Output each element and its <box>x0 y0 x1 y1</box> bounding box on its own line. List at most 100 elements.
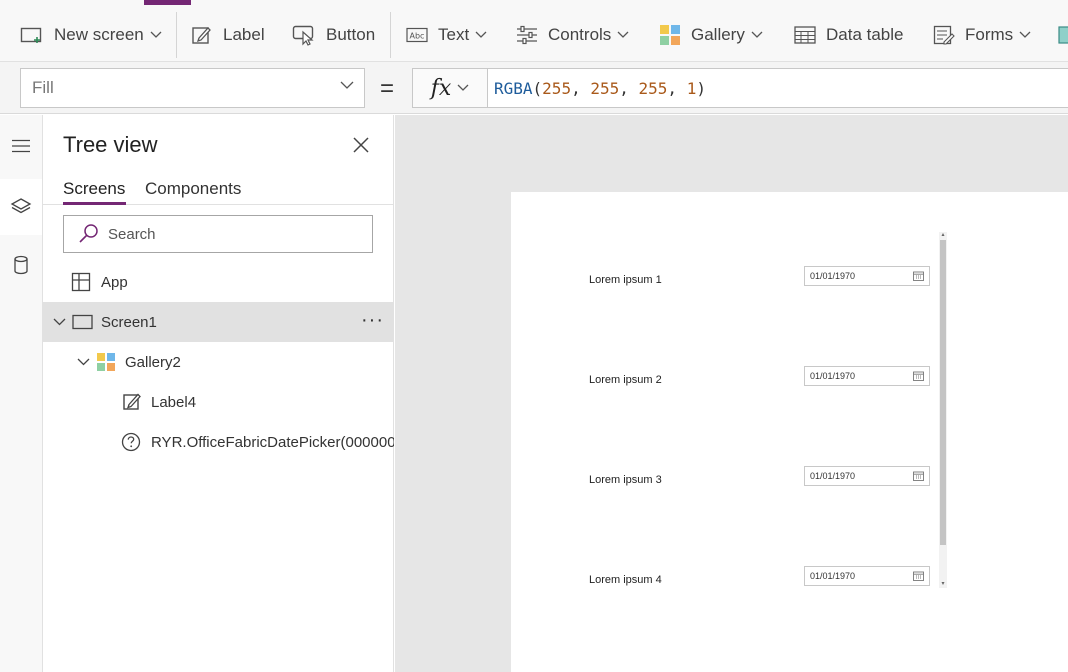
formula-paren-close: ) <box>696 78 706 98</box>
date-picker[interactable]: 01/01/1970 <box>804 366 930 386</box>
controls-menu-button[interactable]: Controls <box>516 18 639 52</box>
tree-node-screen1[interactable]: Screen1 ··· <box>43 302 394 342</box>
date-picker-value: 01/01/1970 <box>810 571 856 581</box>
media-menu-button[interactable] <box>1058 18 1068 52</box>
formula-function: RGBA <box>494 78 533 98</box>
chevron-down-icon <box>457 84 469 91</box>
text-menu-label: Text <box>438 25 470 44</box>
calendar-icon <box>913 571 924 581</box>
chevron-down-icon <box>1019 31 1031 38</box>
label-edit-icon <box>123 393 141 410</box>
ribbon-divider <box>176 12 177 58</box>
text-menu-button[interactable]: Abc Text <box>406 18 497 52</box>
tab-components[interactable]: Components <box>145 179 241 199</box>
chevron-down-icon[interactable] <box>77 358 90 366</box>
tree-node-label: Gallery2 <box>125 354 181 371</box>
tree-view-rail-button[interactable] <box>0 179 42 235</box>
scroll-up-arrow-icon[interactable]: ▴ <box>940 232 946 238</box>
gallery-item-label[interactable]: Lorem ipsum 3 <box>589 474 662 486</box>
close-button[interactable] <box>349 133 373 157</box>
tree-node-datepicker[interactable]: RYR.OfficeFabricDatePicker(00000001 <box>43 422 394 462</box>
date-picker[interactable]: 01/01/1970 <box>804 266 930 286</box>
data-table-label: Data table <box>826 25 904 44</box>
data-sources-rail-button[interactable] <box>0 242 42 288</box>
gallery-item-label[interactable]: Lorem ipsum 1 <box>589 274 662 286</box>
search-input[interactable] <box>108 225 338 243</box>
hamburger-menu-button[interactable] <box>0 123 42 169</box>
formula-separator: , <box>619 78 639 98</box>
tree-search-box[interactable] <box>63 215 373 253</box>
formula-paren-open: ( <box>532 78 543 98</box>
forms-menu-label: Forms <box>965 25 1014 44</box>
tree-node-label4[interactable]: Label4 <box>43 382 394 422</box>
data-table-button[interactable]: Data table <box>794 18 904 52</box>
button-button[interactable]: Button <box>292 18 375 52</box>
formula-arg-g: 255 <box>590 78 620 98</box>
left-rail <box>0 115 43 672</box>
chevron-down-icon <box>617 31 629 38</box>
gallery-scrollbar[interactable]: ▴ ▾ <box>939 232 947 588</box>
forms-menu-button[interactable]: Forms <box>933 18 1041 52</box>
database-icon <box>14 255 28 275</box>
search-icon <box>79 224 98 243</box>
new-screen-label: New screen <box>54 25 144 44</box>
data-table-icon <box>794 26 816 44</box>
date-picker[interactable]: 01/01/1970 <box>804 466 930 486</box>
label-edit-icon <box>192 27 211 44</box>
gallery-menu-label: Gallery <box>691 25 745 44</box>
new-screen-button[interactable]: New screen <box>20 18 172 52</box>
gallery-item-label[interactable]: Lorem ipsum 2 <box>589 374 662 386</box>
hamburger-icon <box>12 139 30 153</box>
gallery-item[interactable]: Lorem ipsum 2 01/01/1970 <box>511 366 951 396</box>
chevron-down-icon <box>751 31 763 38</box>
label-button[interactable]: Label <box>191 18 265 52</box>
screen-icon <box>72 314 93 330</box>
forms-icon <box>933 25 955 45</box>
tree-view-title: Tree view <box>63 132 158 157</box>
button-cursor-icon <box>292 25 314 46</box>
tab-screens[interactable]: Screens <box>63 179 125 199</box>
date-picker-value: 01/01/1970 <box>810 271 856 281</box>
formula-bar: Fill = fx RGBA(255, 255, 255, 1) <box>0 62 1068 114</box>
formula-input[interactable]: RGBA(255, 255, 255, 1) <box>488 68 1068 108</box>
label-button-label: Label <box>223 25 265 44</box>
svg-text:Abc: Abc <box>410 32 425 41</box>
formula-separator: , <box>667 78 687 98</box>
screen1-surface[interactable]: Lorem ipsum 1 01/01/1970 Lorem ipsum 2 0… <box>511 192 1068 672</box>
gallery-item[interactable]: Lorem ipsum 4 01/01/1970 <box>511 566 951 596</box>
calendar-icon <box>913 371 924 381</box>
calendar-icon <box>913 271 924 281</box>
app-icon <box>71 272 91 292</box>
more-options-icon[interactable]: ··· <box>361 309 384 332</box>
tree-view-panel: Tree view Screens Components App Screen1… <box>43 115 394 672</box>
property-dropdown-value: Fill <box>32 78 54 97</box>
active-tab-underline <box>63 202 126 205</box>
gallery-item[interactable]: Lorem ipsum 3 01/01/1970 <box>511 466 951 496</box>
gallery-menu-button[interactable]: Gallery <box>659 18 773 52</box>
calendar-icon <box>913 471 924 481</box>
gallery-item-label[interactable]: Lorem ipsum 4 <box>589 574 662 586</box>
property-dropdown[interactable]: Fill <box>20 68 365 108</box>
date-picker[interactable]: 01/01/1970 <box>804 566 930 586</box>
gallery-icon <box>97 353 115 371</box>
formula-separator: , <box>571 78 591 98</box>
formula-arg-r: 255 <box>542 78 572 98</box>
text-input-icon: Abc <box>406 27 428 43</box>
tree-node-label: Label4 <box>151 394 197 411</box>
date-picker-value: 01/01/1970 <box>810 371 856 381</box>
question-circle-icon <box>121 432 141 452</box>
date-picker-value: 01/01/1970 <box>810 471 856 481</box>
scroll-down-arrow-icon[interactable]: ▾ <box>940 581 946 587</box>
formula-arg-b: 255 <box>638 78 668 98</box>
tree-node-label: RYR.OfficeFabricDatePicker(00000001 <box>151 434 394 451</box>
media-icon <box>1058 26 1068 44</box>
tree-node-app[interactable]: App <box>43 262 394 302</box>
gallery-item[interactable]: Lorem ipsum 1 01/01/1970 <box>511 266 951 296</box>
tree-node-label: Screen1 <box>101 314 157 331</box>
fx-button[interactable]: fx <box>412 68 488 108</box>
command-ribbon: New screen Label Button Abc Text Control… <box>0 0 1068 62</box>
tree-node-gallery2[interactable]: Gallery2 <box>43 342 394 382</box>
formula-arg-a: 1 <box>686 78 697 98</box>
chevron-down-icon[interactable] <box>53 318 66 326</box>
scrollbar-thumb[interactable] <box>940 240 946 545</box>
